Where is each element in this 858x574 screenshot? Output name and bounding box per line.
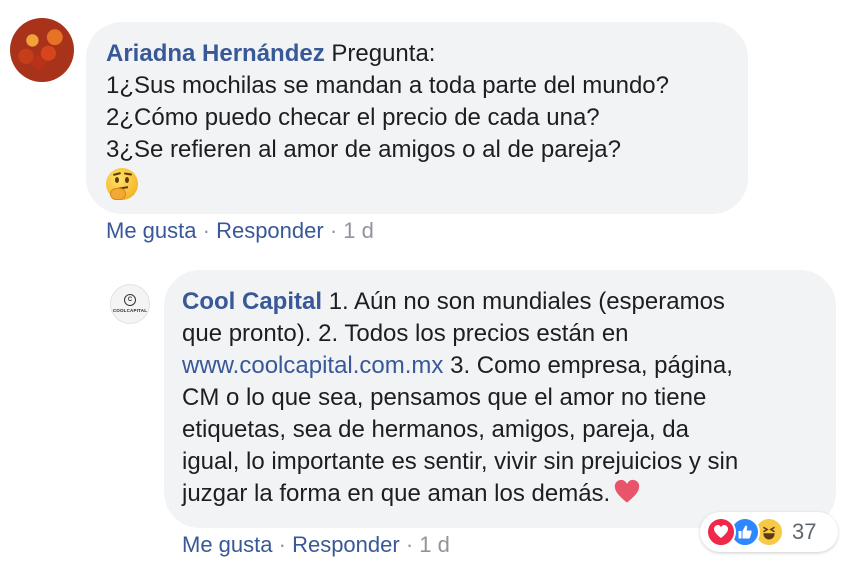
- like-link[interactable]: Me gusta: [106, 218, 197, 243]
- reply-text-line: igual, lo importante es sentir, vivir si…: [182, 448, 739, 475]
- avatar-logo-text: COOLCAPITAL: [112, 308, 148, 313]
- comment-author[interactable]: Ariadna Hernández: [106, 40, 325, 67]
- avatar-ariadna[interactable]: [10, 18, 74, 82]
- reply-actions: Me gusta · Responder · 1 d: [182, 532, 450, 558]
- reaction-count[interactable]: 37: [792, 519, 816, 545]
- cool-capital-logo-icon: C: [124, 294, 136, 306]
- reply-text-line: juzgar la forma en que aman los demás.: [182, 480, 611, 507]
- reply-text-line: 3. Como empresa, página,: [443, 352, 733, 379]
- love-icon: [706, 517, 736, 547]
- separator: ·: [202, 218, 210, 243]
- comment-text-line: 1¿Sus mochilas se mandan a toda parte de…: [106, 72, 670, 99]
- separator: ·: [329, 218, 338, 243]
- comment-first-line: Ariadna Hernández Pregunta:: [106, 38, 728, 70]
- reply-last-line: juzgar la forma en que aman los demás.: [182, 478, 816, 510]
- reply-link[interactable]: Responder: [216, 218, 324, 243]
- reply-text-line: etiquetas, sea de hermanos, amigos, pare…: [182, 416, 689, 443]
- reply-link[interactable]: Responder: [292, 532, 400, 557]
- separator: ·: [405, 532, 414, 557]
- thinking-face-icon: [106, 168, 140, 202]
- website-link[interactable]: www.coolcapital.com.mx: [182, 352, 443, 379]
- comment-text-line: 2¿Cómo puedo checar el precio de cada un…: [106, 104, 600, 131]
- reply-author[interactable]: Cool Capital: [182, 288, 322, 315]
- reply-first-line: Cool Capital 1. Aún no son mundiales (es…: [182, 286, 816, 318]
- reply-text-line: CM o lo que sea, pensamos que el amor no…: [182, 384, 707, 411]
- comment-text-line: Pregunta:: [331, 40, 436, 67]
- reply-text-line: que pronto). 2. Todos los precios están …: [182, 320, 629, 347]
- timestamp[interactable]: 1 d: [343, 218, 374, 243]
- comment-text-line: 3¿Se refieren al amor de amigos o al de …: [106, 136, 621, 163]
- reactions-summary[interactable]: 37: [700, 512, 838, 552]
- timestamp[interactable]: 1 d: [419, 532, 450, 557]
- reply-bubble: Cool Capital 1. Aún no son mundiales (es…: [164, 270, 836, 528]
- avatar-cool-capital[interactable]: C COOLCAPITAL: [110, 284, 150, 324]
- like-link[interactable]: Me gusta: [182, 532, 273, 557]
- reply-text-line: 1. Aún no son mundiales (esperamos: [328, 288, 725, 315]
- heart-icon: [615, 479, 640, 503]
- comment-bubble: Ariadna Hernández Pregunta: 1¿Sus mochil…: [86, 22, 748, 214]
- comment-actions: Me gusta · Responder · 1 d: [106, 218, 374, 244]
- separator: ·: [278, 532, 286, 557]
- reply-link-line: www.coolcapital.com.mx 3. Como empresa, …: [182, 350, 816, 382]
